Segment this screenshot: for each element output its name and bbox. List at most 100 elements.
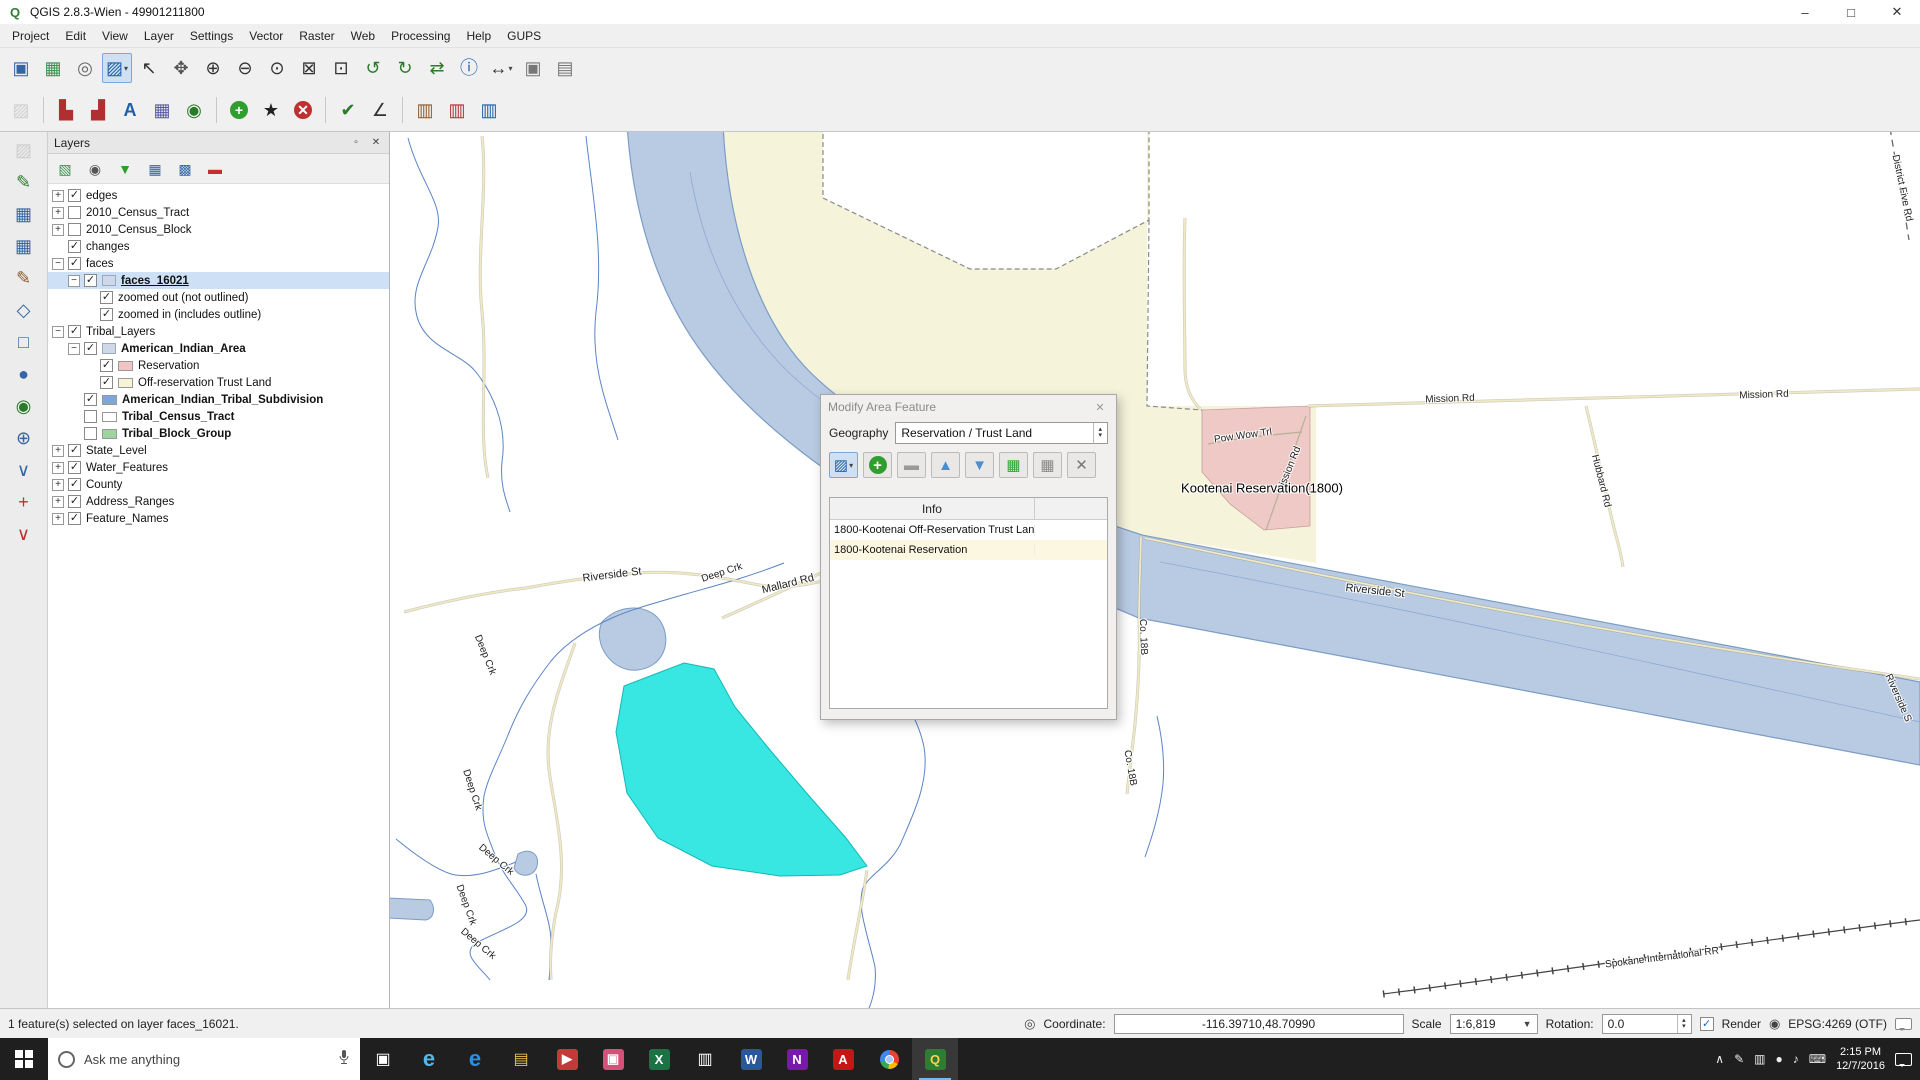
dropdown-arrow-icon[interactable]: ▾ (124, 64, 128, 73)
messages-icon[interactable] (1895, 1017, 1912, 1031)
menu-processing[interactable]: Processing (383, 26, 458, 46)
store-button[interactable]: ▥ (682, 1038, 728, 1080)
rotation-spinner[interactable]: 0.0 ▴ ▾ (1601, 1013, 1692, 1034)
zoom-next-button[interactable]: ↻ (390, 53, 420, 83)
shrink-area-tool-button[interactable]: ▼ (965, 452, 994, 478)
review-tract-button[interactable]: ▥ (442, 95, 472, 125)
layer-item-reservation[interactable]: ✓ Reservation (48, 357, 389, 374)
dialog-close-button[interactable]: ✕ (1091, 401, 1109, 414)
identify-button[interactable]: ⓘ (454, 53, 484, 83)
import-layout-button[interactable]: ▙ (51, 95, 81, 125)
layer-item-faces[interactable]: − ✓ faces (48, 255, 389, 272)
layer-checkbox[interactable]: ✓ (68, 495, 81, 508)
expander-icon[interactable]: + (52, 189, 64, 202)
file-explorer-button[interactable]: ▤ (498, 1038, 544, 1080)
menu-layer[interactable]: Layer (136, 26, 182, 46)
layer-checkbox[interactable]: ✓ (100, 308, 113, 321)
start-button[interactable] (0, 1038, 48, 1080)
taskbar-clock[interactable]: 2:15 PM 12/7/2016 (1836, 1045, 1885, 1073)
layer-checkbox[interactable]: ✓ (68, 257, 81, 270)
layer-item-address-ranges[interactable]: + ✓ Address_Ranges (48, 493, 389, 510)
attribute-table-button[interactable]: ▦ (147, 95, 177, 125)
layer-checkbox[interactable]: ✓ (68, 189, 81, 202)
layer-item-changes[interactable]: ✓ changes (48, 238, 389, 255)
expander-icon[interactable]: − (68, 274, 80, 287)
epsg-label[interactable]: EPSG:4269 (OTF) (1788, 1017, 1887, 1031)
pen-icon[interactable]: ✎ (1734, 1052, 1744, 1066)
label-tool-button[interactable]: A (115, 95, 145, 125)
review-county-button[interactable]: ▥ (474, 95, 504, 125)
ie-button[interactable]: e (406, 1038, 452, 1080)
chrome-button[interactable] (866, 1038, 912, 1080)
expander-icon[interactable]: − (52, 257, 64, 270)
menu-vector[interactable]: Vector (241, 26, 291, 46)
layer-checkbox[interactable]: ✓ (68, 478, 81, 491)
action-center-icon[interactable] (1895, 1052, 1912, 1067)
dialog-titlebar[interactable]: Modify Area Feature ✕ (821, 395, 1116, 419)
manage-visibility-button[interactable]: ◉ (82, 157, 108, 181)
info-row[interactable]: 1800-Kootenai Reservation (830, 540, 1107, 560)
dropdown-arrow-icon[interactable]: ▾ (508, 64, 512, 73)
expander-icon[interactable]: − (52, 325, 64, 338)
grid-split-tool-button[interactable]: ▦ (9, 200, 39, 228)
layer-item-tribal-census-tract[interactable]: Tribal_Census_Tract (48, 408, 389, 425)
layer-checkbox[interactable]: ✓ (100, 291, 113, 304)
onenote-button[interactable]: N (774, 1038, 820, 1080)
info-row[interactable]: 1800-Kootenai Off-Reservation Trust Land (830, 520, 1107, 540)
geography-review-button[interactable]: ✔ (333, 95, 363, 125)
copy-feature-button[interactable]: ▣ (518, 53, 548, 83)
review-block-button[interactable]: ▥ (410, 95, 440, 125)
info-table[interactable]: Info 1800-Kootenai Off-Reservation Trust… (829, 497, 1108, 709)
menu-view[interactable]: View (94, 26, 136, 46)
expander-icon[interactable]: − (68, 342, 80, 355)
close-button[interactable]: ✕ (1874, 0, 1920, 24)
expander-icon[interactable]: + (52, 512, 64, 525)
zoom-last-button[interactable]: ↺ (358, 53, 388, 83)
coordinate-input[interactable]: -116.39710,48.70990 (1113, 1013, 1404, 1034)
excel-button[interactable]: X (636, 1038, 682, 1080)
layer-checkbox[interactable] (84, 410, 97, 423)
layer-checkbox[interactable]: ✓ (68, 461, 81, 474)
map-composer-button[interactable]: ▦ (38, 53, 68, 83)
layer-checkbox[interactable]: ✓ (68, 240, 81, 253)
layer-checkbox[interactable] (84, 427, 97, 440)
layer-checkbox[interactable]: ✓ (84, 342, 97, 355)
layer-item-faces-16021[interactable]: − ✓ faces_16021 (48, 272, 389, 289)
layer-checkbox[interactable]: ✓ (100, 376, 113, 389)
add-group-button[interactable]: ▧ (52, 157, 78, 181)
zoom-out-button[interactable]: ⊖ (230, 53, 260, 83)
layer-checkbox[interactable]: ✓ (68, 444, 81, 457)
close-panel-button[interactable]: ✕ (369, 137, 383, 148)
layer-item-off-reservation-trust-land[interactable]: ✓ Off-reservation Trust Land (48, 374, 389, 391)
menu-help[interactable]: Help (458, 26, 499, 46)
taskbar-search[interactable]: Ask me anything (48, 1038, 360, 1080)
network-icon[interactable]: ● (1775, 1052, 1782, 1066)
digitize-tool-button[interactable]: ✎ (9, 168, 39, 196)
angle-tool-button[interactable]: ∠ (365, 95, 395, 125)
layer-item-water-features[interactable]: + ✓ Water_Features (48, 459, 389, 476)
save-project-button[interactable]: ▣ (6, 53, 36, 83)
collapse-all-button[interactable]: ▩ (172, 157, 198, 181)
layer-checkbox[interactable] (68, 206, 81, 219)
spinner-icon[interactable]: ▴ ▾ (1093, 423, 1102, 443)
layer-checkbox[interactable]: ✓ (68, 512, 81, 525)
layer-item-american-indian-tribal-subdivision[interactable]: ✓ American_Indian_Tribal_Subdivision (48, 391, 389, 408)
edit-vertex-tool-button[interactable]: ✎ (9, 264, 39, 292)
attributes-grid-tool-button[interactable]: ▦ (999, 452, 1028, 478)
word-button[interactable]: W (728, 1038, 774, 1080)
paste-feature-button[interactable]: ▤ (550, 53, 580, 83)
expand-all-button[interactable]: ▦ (142, 157, 168, 181)
menu-raster[interactable]: Raster (291, 26, 342, 46)
chevron-down-icon[interactable]: ▼ (1523, 1019, 1532, 1029)
remove-layer-button[interactable]: ▬ (202, 157, 228, 181)
deselect-tool-button[interactable]: ▬ (897, 452, 926, 478)
web-map-button[interactable]: ◉ (179, 95, 209, 125)
vertex-v-tool-button[interactable]: ∨ (9, 456, 39, 484)
hidden-icons-button[interactable]: ∧ (1715, 1052, 1724, 1066)
acrobat-button[interactable]: A (820, 1038, 866, 1080)
layer-item-2010-census-tract[interactable]: +2010_Census_Tract (48, 204, 389, 221)
expander-icon[interactable]: + (52, 444, 64, 457)
layer-item-tribal-layers[interactable]: − ✓ Tribal_Layers (48, 323, 389, 340)
move-tool-button[interactable]: ↖ (134, 53, 164, 83)
expander-icon[interactable]: + (52, 206, 64, 219)
